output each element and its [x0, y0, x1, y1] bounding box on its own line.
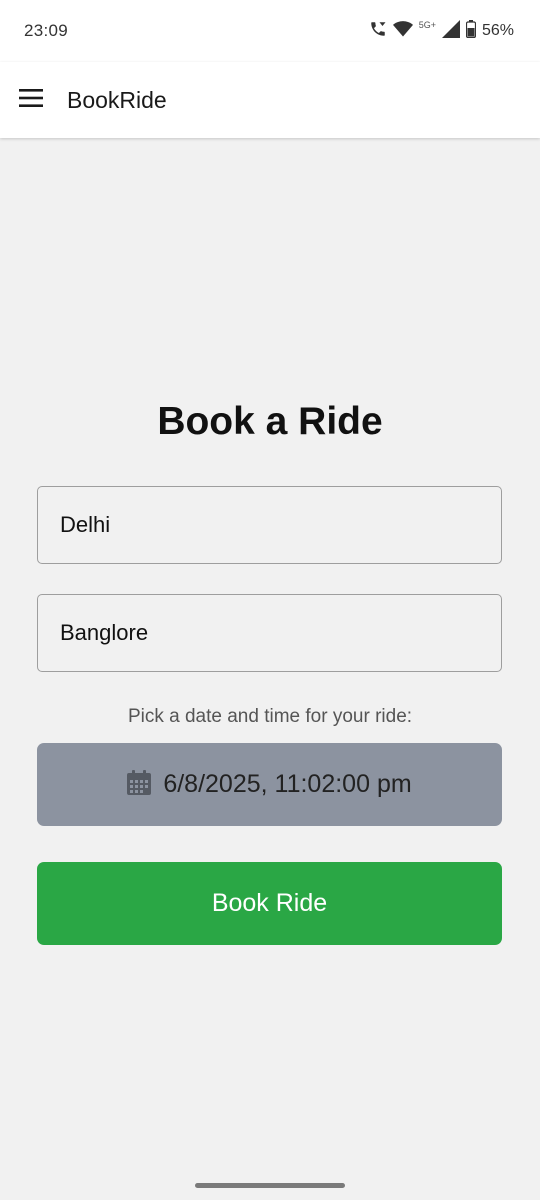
pickup-location-input[interactable]: [37, 486, 502, 564]
network-type-label: 5G+: [418, 20, 436, 30]
main-content: Book a Ride Pick a date and time for you…: [0, 138, 540, 1200]
hamburger-menu-icon: [19, 88, 43, 112]
status-bar: 23:09 5G+ 56%: [0, 0, 540, 62]
destination-input[interactable]: [37, 594, 502, 672]
status-time: 23:09: [24, 21, 69, 40]
battery-percent: 56%: [481, 22, 514, 39]
battery-icon: [465, 19, 477, 43]
calendar-icon: [127, 769, 152, 800]
book-ride-button[interactable]: Book Ride: [37, 862, 502, 945]
selected-date-time: 6/8/2025, 11:02:00 pm: [163, 770, 412, 798]
page-title: Book a Ride: [157, 400, 383, 443]
home-indicator[interactable]: [195, 1183, 345, 1188]
date-time-picker-button[interactable]: 6/8/2025, 11:02:00 pm: [37, 743, 502, 826]
date-time-prompt: Pick a date and time for your ride:: [127, 706, 413, 727]
wifi-calling-icon: [369, 20, 387, 43]
app-bar: BookRide: [0, 62, 540, 138]
signal-icon: [441, 19, 460, 43]
app-title: BookRide: [67, 86, 167, 113]
wifi-icon: [392, 20, 413, 43]
menu-button[interactable]: [0, 62, 62, 138]
status-icons: 5G+ 56%: [369, 19, 514, 43]
